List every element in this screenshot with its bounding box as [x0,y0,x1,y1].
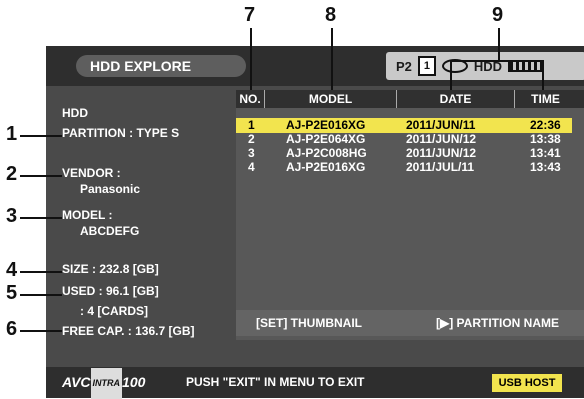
vendor-value: Panasonic [80,182,141,196]
callout-6: 6 [6,318,18,340]
row-model: AJ-P2E064XG [286,132,366,146]
callout-line-5 [20,294,62,296]
table-row[interactable]: 2 AJ-P2E064XG 2011/JUN/12 13:38 [236,132,572,147]
table-row[interactable]: 4 AJ-P2E016XG 2011/JUL/11 13:43 [236,160,572,175]
callout-line-3 [20,217,62,219]
header-date: DATE [396,90,514,108]
used-cards-info: : 4 [CARDS] [80,304,148,318]
row-time: 22:36 [530,118,561,132]
callout-7: 7 [244,4,256,26]
thumbnail-hint: [SET] THUMBNAIL [256,316,362,330]
vendor-label: VENDOR : [62,166,121,180]
hint-bar: [SET] THUMBNAIL [▶] PARTITION NAME [236,310,584,336]
row-date: 2011/JUN/12 [406,146,477,160]
media-status: P2 1 HDD [396,55,543,77]
partition-info: PARTITION : TYPE S [62,126,180,140]
section-label: HDD [62,106,88,120]
callout-line-9-bracket [450,60,544,62]
row-time: 13:43 [530,160,561,174]
row-model: AJ-P2E016XG [286,160,366,174]
free-capacity-info: FREE CAP. : 136.7 [GB] [62,324,195,338]
row-time: 13:38 [530,132,561,146]
usb-host-button[interactable]: USB HOST [492,374,562,392]
top-bar: HDD EXPLORE P2 1 HDD [46,46,584,86]
header-no: NO. [239,92,261,106]
row-date: 2011/JUN/11 [406,118,476,132]
bottom-bar: AVC INTRA 100 PUSH "EXIT" IN MENU TO EXIT … [46,367,584,399]
logo-avc: AVC [62,374,91,390]
window-title: HDD EXPLORE [76,55,246,77]
partition-name-hint: [▶] PARTITION NAME [436,316,559,330]
row-no: 2 [248,132,255,146]
row-no: 1 [248,118,255,132]
callout-line-4 [20,271,62,273]
callout-8: 8 [325,4,337,26]
size-info: SIZE : 232.8 [GB] [62,262,159,276]
p2-label: P2 [396,58,412,74]
logo-intra: INTRA [90,367,123,399]
row-no: 4 [248,160,255,174]
callout-line-7 [250,28,252,90]
list-header: NO. MODEL DATE TIME [236,90,584,108]
callout-line-9 [498,28,500,60]
exit-message: PUSH "EXIT" IN MENU TO EXIT [186,375,365,389]
callout-line-6 [20,330,62,332]
table-row[interactable]: 3 AJ-P2C008HG 2011/JUN/12 13:41 [236,146,572,161]
callout-9: 9 [492,4,504,26]
callout-3: 3 [6,205,18,227]
callout-line-1 [20,135,62,137]
used-info: USED : 96.1 [GB] [62,284,159,298]
row-model: AJ-P2E016XG [286,118,366,132]
callout-line-9-left [450,60,452,90]
row-date: 2011/JUL/11 [406,160,475,174]
model-label: MODEL : [62,208,113,222]
header-time: TIME [514,90,576,108]
callout-1: 1 [6,123,18,145]
callout-line-9-right [542,60,544,90]
callout-line-2 [20,175,62,177]
callout-line-8 [331,28,333,90]
row-no: 3 [248,146,255,160]
slot-number-icon: 1 [417,56,436,76]
logo-100: 100 [122,374,146,390]
callout-4: 4 [6,259,18,281]
row-model: AJ-P2C008HG [286,146,367,160]
callout-5: 5 [6,282,18,304]
avc-intra-logo: AVC INTRA 100 [62,367,145,399]
header-model: MODEL [264,90,396,108]
model-value: ABCDEFG [80,224,140,238]
callout-2: 2 [6,163,18,185]
row-date: 2011/JUN/12 [406,132,477,146]
table-row[interactable]: 1 AJ-P2E016XG 2011/JUN/11 22:36 [236,118,572,133]
row-time: 13:41 [530,146,561,160]
